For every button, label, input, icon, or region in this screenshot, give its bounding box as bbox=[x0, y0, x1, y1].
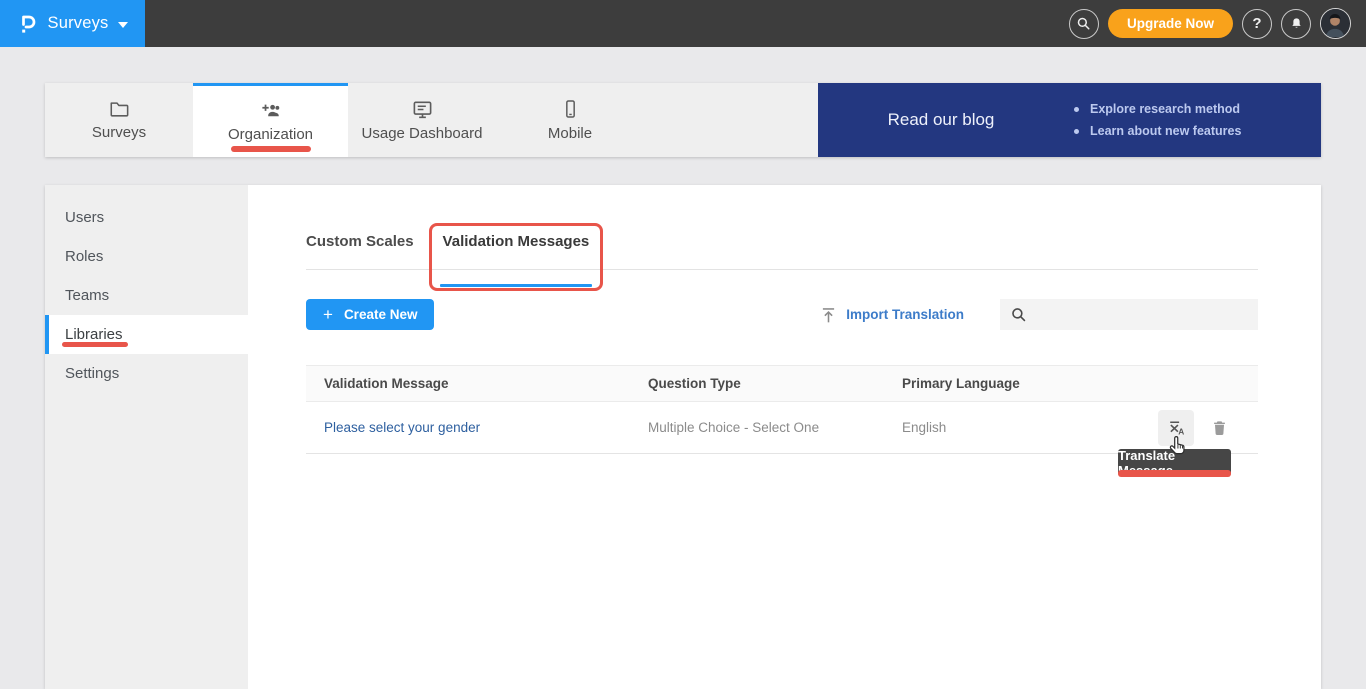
import-translation-link[interactable]: Import Translation bbox=[819, 305, 964, 325]
primary-nav: Surveys Organization Usage Dashboard Mob… bbox=[45, 83, 1321, 157]
nav-tab-surveys[interactable]: Surveys bbox=[45, 83, 193, 157]
banner-bullet-text: Learn about new features bbox=[1090, 124, 1241, 138]
validation-message-link[interactable]: Please select your gender bbox=[324, 420, 480, 435]
upgrade-button[interactable]: Upgrade Now bbox=[1108, 9, 1233, 38]
column-header-question-type: Question Type bbox=[648, 376, 902, 391]
primary-language-cell: English bbox=[902, 420, 1158, 435]
notifications-button[interactable] bbox=[1281, 9, 1311, 39]
bullet-icon bbox=[1074, 107, 1079, 112]
question-mark-icon: ? bbox=[1252, 15, 1261, 32]
create-new-button[interactable]: + Create New bbox=[306, 299, 434, 330]
create-new-label: Create New bbox=[344, 307, 418, 322]
avatar[interactable] bbox=[1320, 8, 1351, 39]
annotation-underline bbox=[231, 146, 311, 152]
mobile-icon bbox=[560, 98, 581, 120]
upload-icon bbox=[819, 305, 838, 325]
banner-bullet-list: Explore research method Learn about new … bbox=[1074, 102, 1241, 138]
group-add-icon bbox=[258, 100, 283, 121]
nav-tab-organization[interactable]: Organization bbox=[193, 83, 348, 157]
product-name: Surveys bbox=[47, 14, 108, 33]
toolbar: + Create New Import Translation bbox=[306, 299, 1258, 330]
blog-banner[interactable]: Read our blog Explore research method Le… bbox=[818, 83, 1321, 157]
validation-messages-table: Validation Message Question Type Primary… bbox=[306, 365, 1258, 454]
sidebar-item-teams[interactable]: Teams bbox=[45, 276, 248, 315]
sidebar-item-label: Users bbox=[65, 209, 104, 226]
topbar: Surveys Upgrade Now ? bbox=[0, 0, 1366, 47]
banner-bullet-text: Explore research method bbox=[1090, 102, 1240, 116]
libraries-content: Custom Scales Validation Messages + Crea… bbox=[248, 185, 1321, 689]
hand-cursor-icon bbox=[1169, 435, 1188, 461]
nav-tab-label: Organization bbox=[228, 126, 313, 143]
tab-label: Custom Scales bbox=[306, 233, 414, 250]
table-row: Please select your gender Multiple Choic… bbox=[306, 402, 1258, 454]
sidebar-item-settings[interactable]: Settings bbox=[45, 354, 248, 393]
bell-icon bbox=[1289, 16, 1304, 32]
trash-icon bbox=[1210, 418, 1229, 437]
active-tab-indicator bbox=[440, 284, 593, 287]
sidebar-item-label: Libraries bbox=[65, 326, 123, 343]
import-translation-label: Import Translation bbox=[846, 307, 964, 322]
nav-tab-mobile[interactable]: Mobile bbox=[496, 83, 644, 157]
search-box bbox=[1000, 299, 1258, 330]
chevron-down-icon bbox=[118, 22, 128, 28]
nav-tab-label: Surveys bbox=[92, 124, 146, 141]
sidebar-item-label: Teams bbox=[65, 287, 109, 304]
search-input[interactable] bbox=[1027, 306, 1258, 323]
search-icon bbox=[1076, 16, 1091, 31]
banner-bullet: Learn about new features bbox=[1074, 124, 1241, 138]
sidebar-item-users[interactable]: Users bbox=[45, 198, 248, 237]
tab-validation-messages[interactable]: Validation Messages bbox=[443, 233, 590, 269]
annotation-underline bbox=[1118, 470, 1231, 477]
sidebar-item-label: Roles bbox=[65, 248, 103, 265]
toolbar-right: Import Translation bbox=[819, 299, 1258, 330]
bullet-icon bbox=[1074, 129, 1079, 134]
tab-custom-scales[interactable]: Custom Scales bbox=[306, 233, 414, 269]
nav-tab-label: Mobile bbox=[548, 125, 592, 142]
avatar-photo bbox=[1321, 9, 1349, 37]
tab-label: Validation Messages bbox=[443, 233, 590, 250]
library-tabs: Custom Scales Validation Messages bbox=[306, 233, 1258, 270]
product-switcher[interactable]: Surveys bbox=[0, 0, 145, 47]
sidebar-item-libraries[interactable]: Libraries bbox=[45, 315, 248, 354]
sidebar-item-label: Settings bbox=[65, 365, 119, 382]
nav-tab-label: Usage Dashboard bbox=[362, 125, 483, 142]
dashboard-icon bbox=[411, 99, 434, 120]
sidebar-item-roles[interactable]: Roles bbox=[45, 237, 248, 276]
questionpro-logo-icon bbox=[17, 12, 38, 36]
banner-bullet: Explore research method bbox=[1074, 102, 1241, 116]
delete-button[interactable] bbox=[1210, 418, 1229, 437]
banner-title: Read our blog bbox=[818, 110, 1064, 130]
question-type-cell: Multiple Choice - Select One bbox=[648, 420, 902, 435]
search-icon bbox=[1010, 306, 1027, 323]
folder-icon bbox=[108, 99, 130, 119]
main-panel: Users Roles Teams Libraries Settings Cus… bbox=[45, 185, 1321, 689]
search-button[interactable] bbox=[1069, 9, 1099, 39]
nav-tab-usage-dashboard[interactable]: Usage Dashboard bbox=[348, 83, 496, 157]
topbar-actions: Upgrade Now ? bbox=[1069, 8, 1366, 39]
help-button[interactable]: ? bbox=[1242, 9, 1272, 39]
settings-sidebar: Users Roles Teams Libraries Settings bbox=[45, 185, 248, 689]
plus-icon: + bbox=[323, 306, 333, 323]
column-header-primary-language: Primary Language bbox=[902, 376, 1158, 391]
table-header: Validation Message Question Type Primary… bbox=[306, 365, 1258, 402]
column-header-validation-message: Validation Message bbox=[306, 376, 648, 391]
annotation-underline bbox=[62, 342, 128, 347]
